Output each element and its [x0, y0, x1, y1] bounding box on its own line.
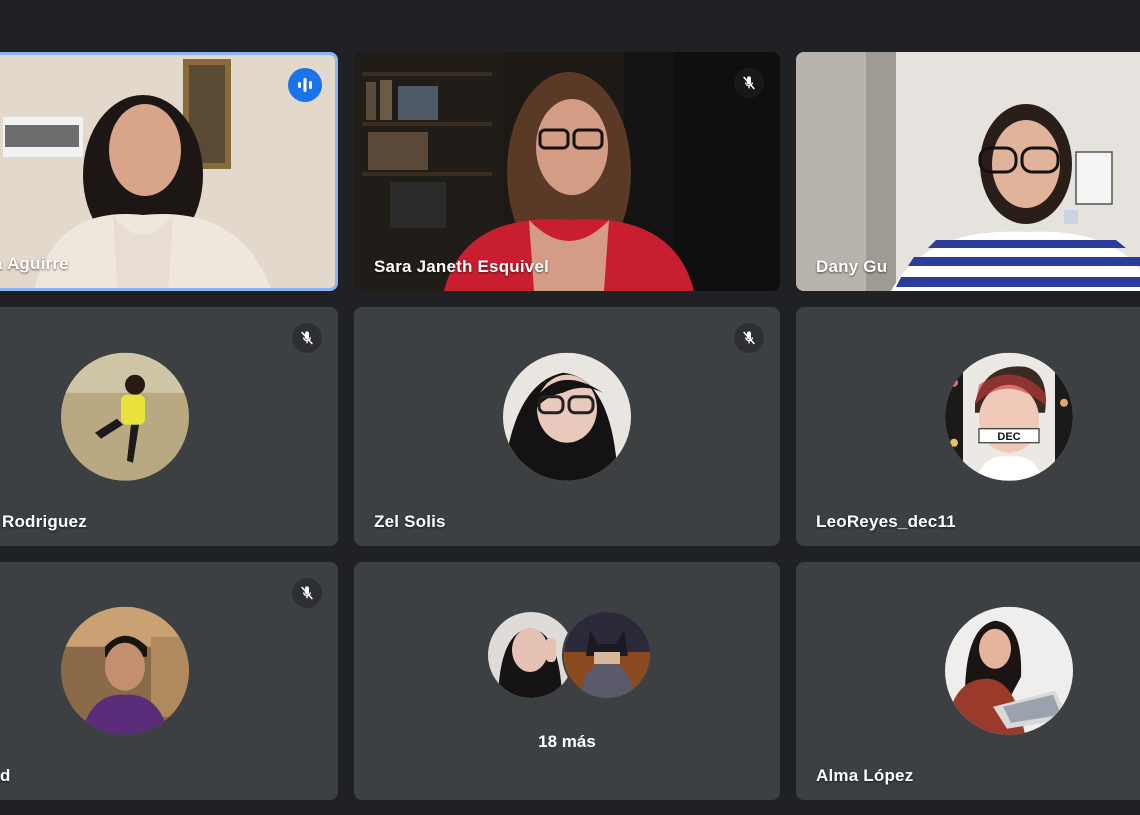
participant-name: LeoReyes_dec11 [816, 512, 956, 531]
avatar [61, 606, 189, 735]
mic-off-icon [292, 323, 322, 353]
participant-name: d [0, 766, 11, 785]
audio-bars-icon [288, 68, 322, 102]
participant-tile-aguirre[interactable]: a Aguirre [0, 52, 338, 291]
participant-name: Rodriguez [2, 512, 87, 531]
mic-off-icon [292, 578, 322, 608]
video-feed [796, 52, 1140, 291]
participant-tile-zel[interactable]: Zel Solis [354, 307, 780, 546]
overflow-tile[interactable]: 18 más [354, 562, 780, 800]
meeting-grid: a Aguirre Sara Janeth Esquivel Dany Gu R… [0, 0, 1140, 815]
participant-tile-leo[interactable]: DEC LeoReyes_dec11 [796, 307, 1140, 546]
participant-name: Dany Gu [816, 257, 888, 276]
overflow-count: 18 más [538, 732, 596, 751]
avatar [945, 606, 1073, 735]
participant-tile-d[interactable]: d [0, 562, 338, 800]
video-feed [354, 52, 780, 291]
participant-tile-sara[interactable]: Sara Janeth Esquivel [354, 52, 780, 291]
avatar: DEC [945, 352, 1073, 481]
mic-off-icon [734, 68, 764, 98]
avatar [503, 352, 631, 481]
avatar-label: DEC [997, 430, 1020, 442]
participant-name: a Aguirre [0, 254, 69, 273]
participant-tile-rodriguez[interactable]: Rodriguez [0, 307, 338, 546]
participant-tile-dany[interactable]: Dany Gu [796, 52, 1140, 291]
participant-name: Sara Janeth Esquivel [374, 257, 550, 276]
participant-name: Alma López [816, 766, 914, 785]
avatar [61, 352, 189, 481]
mic-off-icon [734, 323, 764, 353]
participant-tile-alma[interactable]: Alma López [796, 562, 1140, 800]
participant-name: Zel Solis [374, 512, 446, 531]
overflow-avatar [562, 610, 652, 700]
